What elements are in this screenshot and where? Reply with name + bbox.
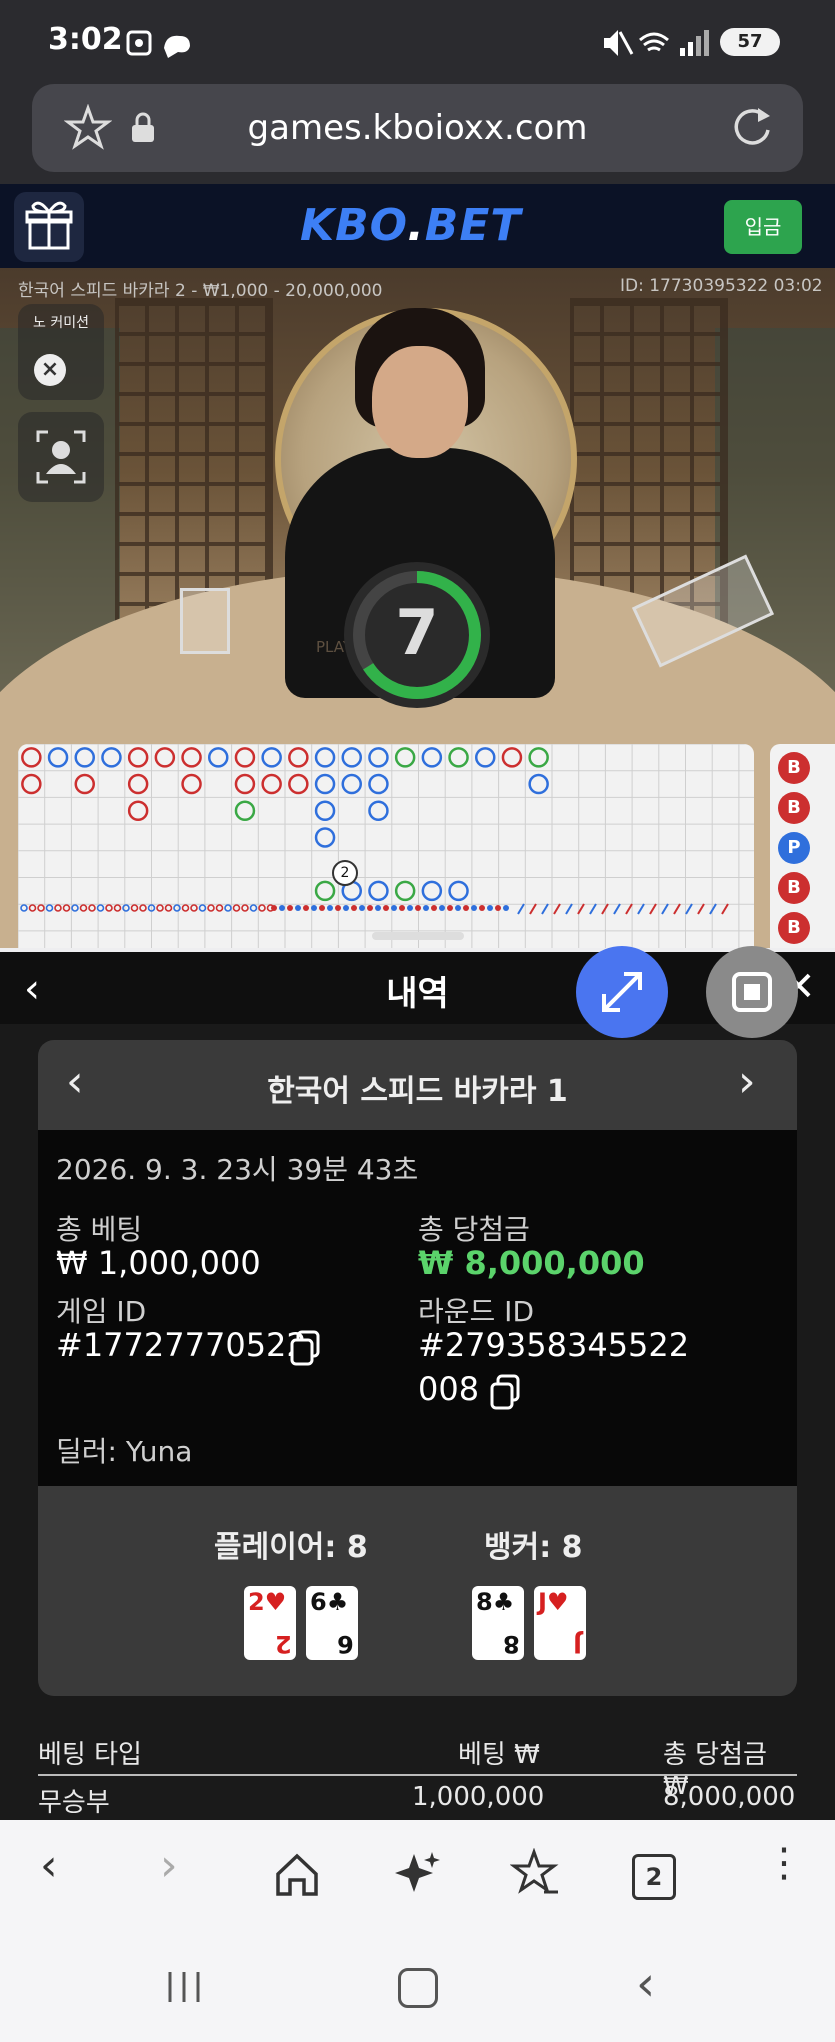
home-nav-icon[interactable] xyxy=(398,1968,438,2008)
total-bet-label: 총 베팅 xyxy=(56,1213,143,1246)
status-bar: 3:02 57 xyxy=(0,0,835,84)
logo-main: KBO xyxy=(300,200,408,251)
game-name: 한국어 스피드 바카라 1 xyxy=(267,1074,568,1109)
total-win-value: ₩ 8,000,000 xyxy=(418,1244,645,1282)
logo-suffix: BET xyxy=(424,200,522,251)
total-win-label: 총 당첨금 xyxy=(418,1213,530,1246)
big-road-roadmap[interactable] xyxy=(18,744,754,948)
playing-card: 8♣ 8 xyxy=(472,1586,524,1660)
bookmarks-icon[interactable] xyxy=(510,1848,562,1900)
gift-button[interactable] xyxy=(14,192,84,262)
game-id-value[interactable]: #17727770522 xyxy=(56,1326,307,1364)
playing-card: 6♣ 6 xyxy=(306,1586,358,1660)
picture-in-picture-button[interactable] xyxy=(706,946,798,1038)
tabs-button[interactable]: 2 xyxy=(632,1854,676,1900)
divider xyxy=(38,1774,797,1776)
copy-icon[interactable] xyxy=(290,1330,322,1366)
playing-card: J♥ J xyxy=(534,1586,586,1660)
bead-result: P xyxy=(778,832,810,864)
forward-icon[interactable]: › xyxy=(160,1840,178,1891)
bet-type-cell: 무승부 xyxy=(38,1788,110,1818)
roadmap-grid xyxy=(18,744,754,948)
round-details: 2026. 9. 3. 23시 39분 43초 총 베팅 ₩ 1,000,000… xyxy=(38,1130,797,1486)
round-id-line1[interactable]: #279358345522 xyxy=(418,1326,689,1364)
bets-table: 베팅 타입 베팅 ₩ 총 당첨금 ₩ 무승부 1,000,000 8,000,0… xyxy=(38,1734,797,1820)
bead-result: B xyxy=(778,872,810,904)
home-icon[interactable] xyxy=(272,1850,322,1900)
column-header: 베팅 ₩ xyxy=(458,1740,540,1770)
round-id-overlay: ID: 17730395322 03:02 xyxy=(620,276,823,296)
more-menu-icon[interactable]: ⋮ xyxy=(764,1840,804,1886)
browser-bottom-bar: ‹ › 2 ⋮ ‹ xyxy=(0,1820,835,2042)
bead-result: B xyxy=(778,752,810,784)
close-icon[interactable]: × xyxy=(34,354,66,386)
playing-card: 2♥ 2 xyxy=(244,1586,296,1660)
round-datetime: 2026. 9. 3. 23시 39분 43초 xyxy=(56,1153,419,1186)
banker-score: 뱅커: 8 xyxy=(484,1530,583,1565)
pip-icon xyxy=(732,972,772,1012)
roadmap-marker: 2 xyxy=(332,860,358,886)
round-id-label: 라운드 ID xyxy=(418,1295,534,1328)
column-header: 베팅 타입 xyxy=(38,1740,142,1770)
hand-result: 플레이어: 8 뱅커: 8 2♥ 2 6♣ 6 8♣ 8 J♥ J xyxy=(38,1486,797,1696)
discard-tray xyxy=(180,588,230,654)
sparkle-icon[interactable] xyxy=(392,1848,444,1900)
no-commission-label: 노 커미션 xyxy=(33,315,89,331)
drag-handle[interactable] xyxy=(372,932,464,940)
next-game-chevron-icon[interactable]: › xyxy=(738,1056,756,1107)
site-logo[interactable]: KBO.BET xyxy=(300,200,521,251)
bead-result: B xyxy=(778,912,810,944)
table-info: 한국어 스피드 바카라 2 - ₩1,000 - 20,000,000 xyxy=(18,281,383,301)
win-amount-cell: 8,000,000 xyxy=(663,1782,796,1812)
gift-icon xyxy=(25,201,73,250)
bead-road[interactable]: BBPBB xyxy=(770,744,835,948)
logo-dot: . xyxy=(407,200,425,251)
total-bet-value: ₩ 1,000,000 xyxy=(56,1244,261,1282)
countdown-timer: 7 xyxy=(344,562,490,708)
game-selector: ‹ 한국어 스피드 바카라 1 › xyxy=(38,1040,797,1130)
deposit-button[interactable]: 입금 xyxy=(724,200,802,254)
player-score: 플레이어: 8 xyxy=(214,1530,368,1565)
countdown-number: 7 xyxy=(395,596,439,669)
bead-result: B xyxy=(778,792,810,824)
battery-indicator: 57 xyxy=(720,28,780,56)
no-commission-toggle[interactable]: 노 커미션 × xyxy=(18,304,104,400)
url-text: games.kboioxx.com xyxy=(247,108,588,148)
history-panel: ‹ 내역 ✕ ‹ 한국어 스피드 바카라 1 › 2026. 9. 3. 23시… xyxy=(0,946,835,1820)
browser-toolbar: games.kboioxx.com xyxy=(0,84,835,184)
person-frame-icon xyxy=(36,430,86,484)
dealer-name: 딜러: Yuna xyxy=(56,1435,193,1468)
live-video-stream: PLAYER BANKER 한국어 스피드 바카라 2 - ₩1,000 - 2… xyxy=(0,268,835,948)
status-time: 3:02 xyxy=(48,22,123,57)
expand-arrows-icon xyxy=(602,972,642,1012)
recent-apps-icon[interactable] xyxy=(164,1970,204,2004)
back-nav-icon[interactable]: ‹ xyxy=(636,1956,655,2012)
address-bar[interactable]: games.kboioxx.com xyxy=(32,84,803,172)
dealer-face xyxy=(372,346,468,458)
bet-amount-cell: 1,000,000 xyxy=(412,1782,545,1812)
expand-button[interactable] xyxy=(576,946,668,1038)
back-icon[interactable]: ‹ xyxy=(40,1840,58,1891)
round-id-line2[interactable]: 008 xyxy=(418,1370,479,1408)
site-header: KBO.BET 입금 xyxy=(0,184,835,268)
reload-icon[interactable] xyxy=(728,104,774,150)
game-id-label: 게임 ID xyxy=(56,1295,147,1328)
status-notification-icons xyxy=(126,30,190,58)
status-signal-icons xyxy=(604,30,709,56)
copy-icon[interactable] xyxy=(490,1374,522,1410)
dealer-focus-button[interactable] xyxy=(18,412,104,502)
